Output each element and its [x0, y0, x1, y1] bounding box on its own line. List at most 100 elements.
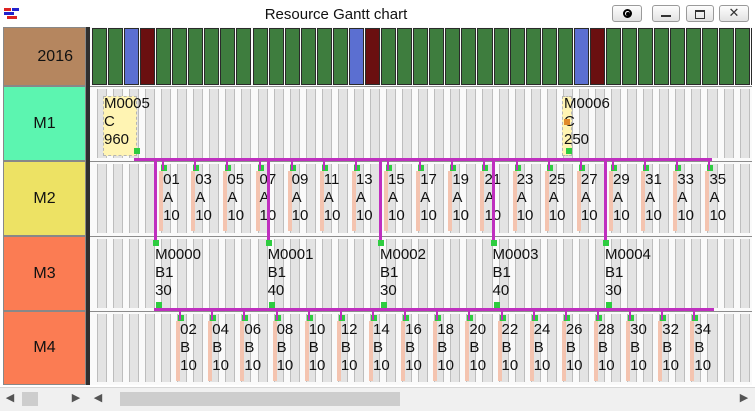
chart-scroll-thumb[interactable] [120, 392, 400, 406]
job-label[interactable]: M0000 B1 30 [155, 246, 201, 300]
time-slot [128, 164, 139, 233]
job-label[interactable]: M0005 C 960 [104, 95, 150, 149]
time-slot [305, 89, 316, 158]
job-label[interactable]: 09 A 10 [292, 171, 309, 225]
job-label[interactable]: 14 B 10 [373, 321, 390, 375]
job-label[interactable]: 35 A 10 [709, 171, 726, 225]
calendar-day [397, 28, 413, 85]
job-label[interactable]: 33 A 10 [677, 171, 694, 225]
job-label[interactable]: 03 A 10 [195, 171, 212, 225]
job-label[interactable]: M0001 B1 40 [268, 246, 314, 300]
left-scroll-thumb[interactable] [22, 392, 38, 406]
job-label[interactable]: 04 B 10 [212, 321, 229, 375]
time-slot [562, 239, 573, 308]
job-label[interactable]: 32 B 10 [662, 321, 679, 375]
chart-scroll-left-button[interactable]: ◀ [90, 390, 106, 407]
left-scroll-left-button[interactable]: ◀ [2, 390, 18, 407]
job-label[interactable]: 13 A 10 [356, 171, 373, 225]
job-label[interactable]: 29 A 10 [613, 171, 630, 225]
title-bar[interactable]: Resource Gantt chart ✕ [0, 0, 755, 28]
time-slot [193, 89, 204, 158]
job-label[interactable]: 22 B 10 [502, 321, 519, 375]
dependency-link [243, 308, 246, 320]
time-slot [257, 239, 268, 308]
time-slot [353, 89, 364, 158]
job-label[interactable]: 12 B 10 [341, 321, 358, 375]
m2-m3-link [491, 158, 495, 244]
dependency-link [354, 158, 357, 170]
job-label[interactable]: 11 A 10 [324, 171, 341, 225]
time-slot [386, 89, 397, 158]
job-label[interactable]: 15 A 10 [388, 171, 405, 225]
time-slot [482, 89, 493, 158]
calendar-day [107, 28, 123, 85]
job-label[interactable]: 02 B 10 [180, 321, 197, 375]
dependency-link [532, 308, 535, 320]
calendar-day [413, 28, 429, 85]
job-label[interactable]: 31 A 10 [645, 171, 662, 225]
job-label[interactable]: 01 A 10 [163, 171, 180, 225]
calendar-day [381, 28, 397, 85]
m2-m3-link [154, 158, 158, 244]
time-slot [546, 89, 557, 158]
job-label[interactable]: 20 B 10 [469, 321, 486, 375]
time-slot [337, 239, 348, 308]
resource-label-m4[interactable]: M4 [3, 311, 86, 385]
time-slot [145, 314, 156, 382]
calendar-day [284, 28, 300, 85]
pin-button[interactable] [612, 5, 642, 22]
dependency-link [451, 158, 454, 170]
resource-label-m1[interactable]: M1 [3, 86, 86, 161]
job-label[interactable]: 06 B 10 [244, 321, 261, 375]
job-label[interactable]: 24 B 10 [534, 321, 551, 375]
link-node [566, 148, 572, 154]
job-label[interactable]: M0004 B1 30 [605, 246, 651, 300]
minimize-button[interactable] [652, 5, 680, 22]
job-label[interactable]: M0003 B1 40 [493, 246, 539, 300]
calendar-day [622, 28, 638, 85]
maximize-icon [695, 10, 705, 19]
job-label[interactable]: 10 B 10 [309, 321, 326, 375]
calendar-day [445, 28, 461, 85]
calendar-day [204, 28, 220, 85]
time-slot [96, 164, 107, 233]
calendar-day [461, 28, 477, 85]
time-slot [112, 239, 123, 308]
time-slot [611, 89, 622, 158]
resource-label-m2[interactable]: M2 [3, 161, 86, 236]
job-label[interactable]: 27 A 10 [581, 171, 598, 225]
maximize-button[interactable] [686, 5, 714, 22]
job-label[interactable]: 19 A 10 [452, 171, 469, 225]
job-label[interactable]: 28 B 10 [598, 321, 615, 375]
calendar-day [686, 28, 702, 85]
close-button[interactable]: ✕ [719, 5, 749, 22]
chart-scroll-right-button[interactable]: ▶ [736, 390, 752, 407]
gantt-chart[interactable]: M0005 C 960 M0006 C 250 01 A 10 03 A 10 05 A… [90, 27, 752, 385]
job-label[interactable]: 34 B 10 [694, 321, 711, 375]
time-slot [739, 89, 750, 158]
job-label[interactable]: 16 B 10 [405, 321, 422, 375]
calendar-day [718, 28, 734, 85]
time-slot [659, 239, 670, 308]
dependency-link [547, 158, 550, 170]
job-label[interactable]: 05 A 10 [227, 171, 244, 225]
time-slot [112, 314, 123, 382]
job-label[interactable]: 17 A 10 [420, 171, 437, 225]
time-slot [225, 239, 236, 308]
left-scroll-right-button[interactable]: ▶ [68, 390, 84, 407]
dependency-link [579, 158, 582, 170]
time-slot [627, 89, 638, 158]
calendar-day [557, 28, 573, 85]
calendar-day [91, 28, 107, 85]
time-slot [353, 239, 364, 308]
job-label[interactable]: 25 A 10 [549, 171, 566, 225]
job-label[interactable]: 23 A 10 [517, 171, 534, 225]
resource-label-m3[interactable]: M3 [3, 236, 86, 311]
job-label[interactable]: 18 B 10 [437, 321, 454, 375]
job-label[interactable]: M0006 C 250 [564, 95, 610, 149]
job-label[interactable]: M0002 B1 30 [380, 246, 426, 300]
job-label[interactable]: 26 B 10 [566, 321, 583, 375]
job-label[interactable]: 30 B 10 [630, 321, 647, 375]
job-label[interactable]: 08 B 10 [277, 321, 294, 375]
time-slot [434, 239, 445, 308]
